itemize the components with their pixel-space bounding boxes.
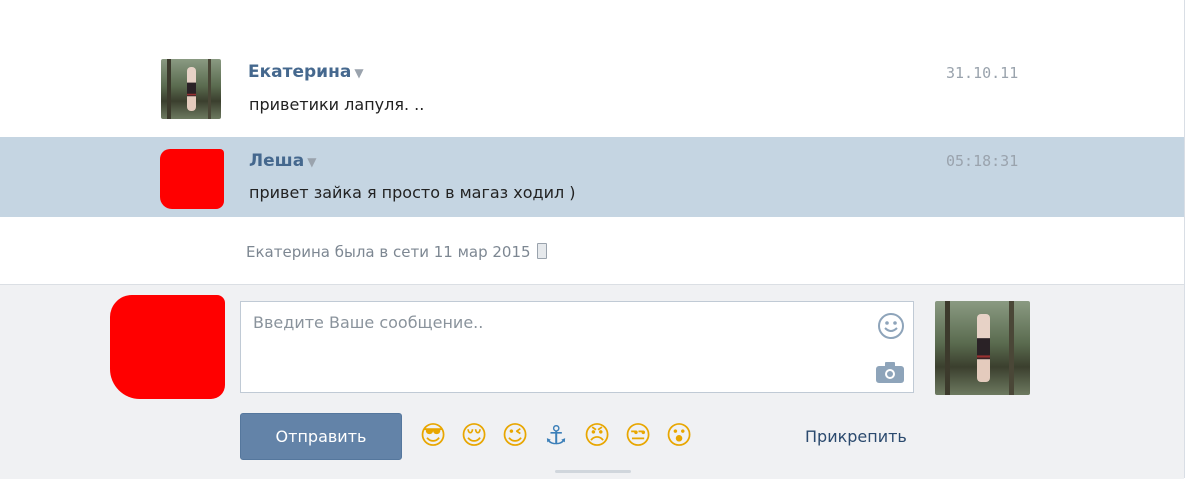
caret-down-icon[interactable]: ▼: [307, 155, 316, 169]
page-right-border: [1184, 0, 1185, 478]
message-input[interactable]: [251, 312, 855, 333]
anchor-icon[interactable]: ⚓: [539, 419, 573, 453]
winking-face-icon[interactable]: 😉: [498, 419, 532, 453]
scroll-indicator: [555, 470, 631, 473]
attach-link[interactable]: Прикрепить: [805, 427, 907, 446]
message-text: приветики лапуля. ..: [249, 95, 425, 114]
avatar-figure: [976, 314, 991, 382]
avatar-tree: [167, 59, 171, 119]
message-row-highlighted[interactable]: Леша ▼ привет зайка я просто в магаз ходи…: [0, 137, 1184, 217]
message-input-box[interactable]: [240, 301, 914, 393]
avatar-tree: [1009, 301, 1014, 395]
message-author[interactable]: Леша ▼: [249, 151, 316, 171]
camera-icon[interactable]: [875, 360, 905, 384]
message-text: привет зайка я просто в магаз ходил ): [249, 183, 576, 202]
caret-down-icon[interactable]: ▼: [354, 66, 363, 80]
author-name[interactable]: Леша: [249, 151, 304, 171]
redacted-avatar[interactable]: [160, 149, 224, 209]
redacted-avatar: [110, 295, 225, 399]
my-avatar[interactable]: [935, 301, 1030, 395]
smile-icon[interactable]: [877, 312, 905, 340]
online-status: Екатерина была в сети 11 мар 2015: [246, 243, 547, 261]
author-name[interactable]: Екатерина: [248, 62, 351, 82]
unamused-face-icon[interactable]: 😒: [621, 419, 655, 453]
message-time: 31.10.11: [946, 64, 1019, 82]
compose-area: Отправить 😎 😌 😉 ⚓ 😠 😒 😮 Прикрепить: [0, 284, 1184, 479]
angry-face-icon[interactable]: 😠: [580, 419, 614, 453]
surprised-face-icon[interactable]: 😮: [662, 419, 696, 453]
mobile-phone-icon: [536, 243, 547, 259]
avatar-tree: [944, 301, 951, 395]
author-avatar[interactable]: [161, 59, 221, 119]
message-time: 05:18:31: [946, 152, 1019, 170]
online-status-text: Екатерина была в сети 11 мар 2015: [246, 243, 531, 261]
send-button[interactable]: Отправить: [240, 413, 402, 460]
sunglasses-face-icon[interactable]: 😎: [416, 419, 450, 453]
message-row[interactable]: Екатерина ▼ приветики лапуля. .. 31.10.11: [0, 45, 1184, 137]
emoji-quick-row: 😎 😌 😉 ⚓ 😠 😒 😮: [416, 419, 696, 453]
avatar-tree: [207, 59, 211, 119]
avatar-figure: [187, 67, 196, 111]
message-author[interactable]: Екатерина ▼: [248, 62, 364, 82]
relieved-face-icon[interactable]: 😌: [457, 419, 491, 453]
